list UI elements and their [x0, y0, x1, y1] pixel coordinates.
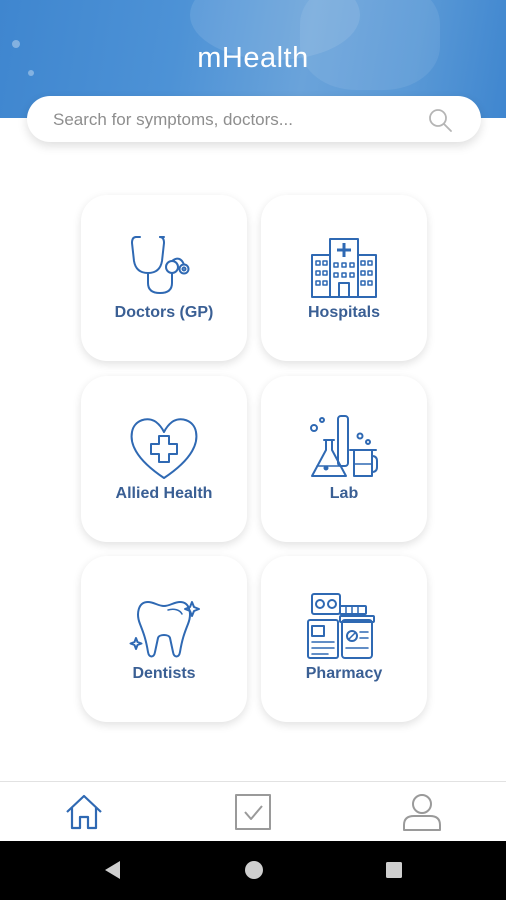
- search-bar[interactable]: [27, 96, 481, 144]
- bottom-navigation: [0, 781, 506, 842]
- search-icon[interactable]: [427, 107, 453, 133]
- search-input[interactable]: [51, 96, 415, 144]
- lab-flask-icon: [310, 415, 378, 477]
- category-dentists[interactable]: Dentists: [81, 556, 247, 722]
- category-pharmacy[interactable]: Pharmacy: [261, 556, 427, 722]
- tooth-icon: [129, 601, 200, 658]
- user-icon[interactable]: [401, 792, 443, 832]
- stethoscope-icon: [131, 236, 190, 294]
- category-lab[interactable]: Lab: [261, 376, 427, 542]
- category-allied-health[interactable]: Allied Health: [81, 376, 247, 542]
- pharmacy-icon: [307, 593, 375, 659]
- system-navigation-bar: [0, 841, 506, 900]
- category-label: Hospitals: [307, 304, 380, 321]
- category-label: Dentists: [132, 665, 196, 682]
- category-label: Lab: [329, 485, 359, 502]
- category-label: Pharmacy: [305, 665, 383, 682]
- home-icon[interactable]: [63, 792, 105, 832]
- back-icon[interactable]: [102, 859, 122, 881]
- hospital-icon: [311, 238, 377, 298]
- category-label: Doctors (GP): [114, 304, 214, 321]
- checkbox-icon[interactable]: [232, 792, 274, 832]
- home-circle-icon[interactable]: [243, 859, 265, 881]
- app-title: mHealth: [197, 42, 309, 74]
- recents-icon[interactable]: [384, 859, 404, 881]
- category-doctors[interactable]: Doctors (GP): [81, 195, 247, 361]
- heart-cross-icon: [130, 418, 198, 479]
- category-hospitals[interactable]: Hospitals: [261, 195, 427, 361]
- category-label: Allied Health: [115, 485, 213, 502]
